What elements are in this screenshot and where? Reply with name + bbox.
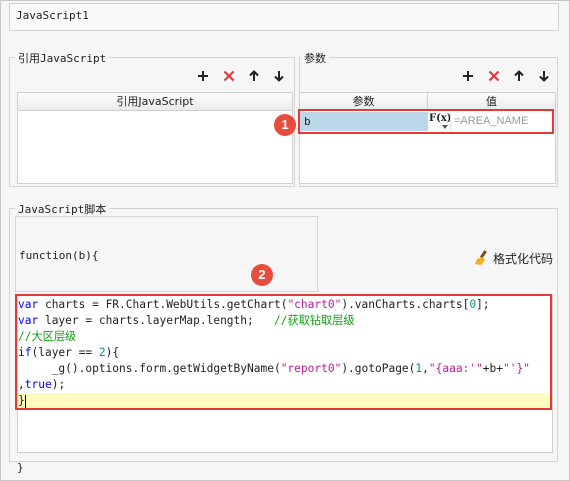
params-legend: 参数 xyxy=(301,50,329,66)
delete-icon[interactable] xyxy=(222,69,236,83)
badge-2: 2 xyxy=(251,264,273,286)
ref-js-table[interactable]: 引用JavaScript xyxy=(17,92,293,184)
add-icon[interactable] xyxy=(196,69,210,83)
move-up-icon[interactable] xyxy=(247,69,261,83)
format-code-button[interactable]: 格式化代码 xyxy=(474,249,553,267)
highlight-box-2 xyxy=(15,294,552,410)
ref-js-column-header[interactable]: 引用JavaScript xyxy=(18,93,292,111)
title-bar: JavaScript1 xyxy=(9,3,559,31)
param-up-icon[interactable] xyxy=(512,69,526,83)
params-table[interactable]: 参数 值 b F(x) =AREA_NAME xyxy=(299,92,556,184)
add-param-icon[interactable] xyxy=(461,69,475,83)
move-down-icon[interactable] xyxy=(272,69,286,83)
signature-box: function(b){ xyxy=(15,216,318,292)
script-legend: JavaScript脚本 xyxy=(15,201,110,217)
dialog: JavaScript1 引用JavaScript 引用JavaScript 参数… xyxy=(0,0,570,481)
window-title: JavaScript1 xyxy=(16,9,89,22)
brush-icon xyxy=(475,250,487,265)
param-down-icon[interactable] xyxy=(537,69,551,83)
delete-param-icon[interactable] xyxy=(487,69,501,83)
closing-brace: } xyxy=(17,461,24,474)
ref-js-legend: 引用JavaScript xyxy=(15,50,110,66)
highlight-box-1 xyxy=(298,109,554,134)
function-signature: function(b){ xyxy=(19,249,99,262)
format-code-label: 格式化代码 xyxy=(493,251,554,266)
badge-1: 1 xyxy=(274,114,296,136)
